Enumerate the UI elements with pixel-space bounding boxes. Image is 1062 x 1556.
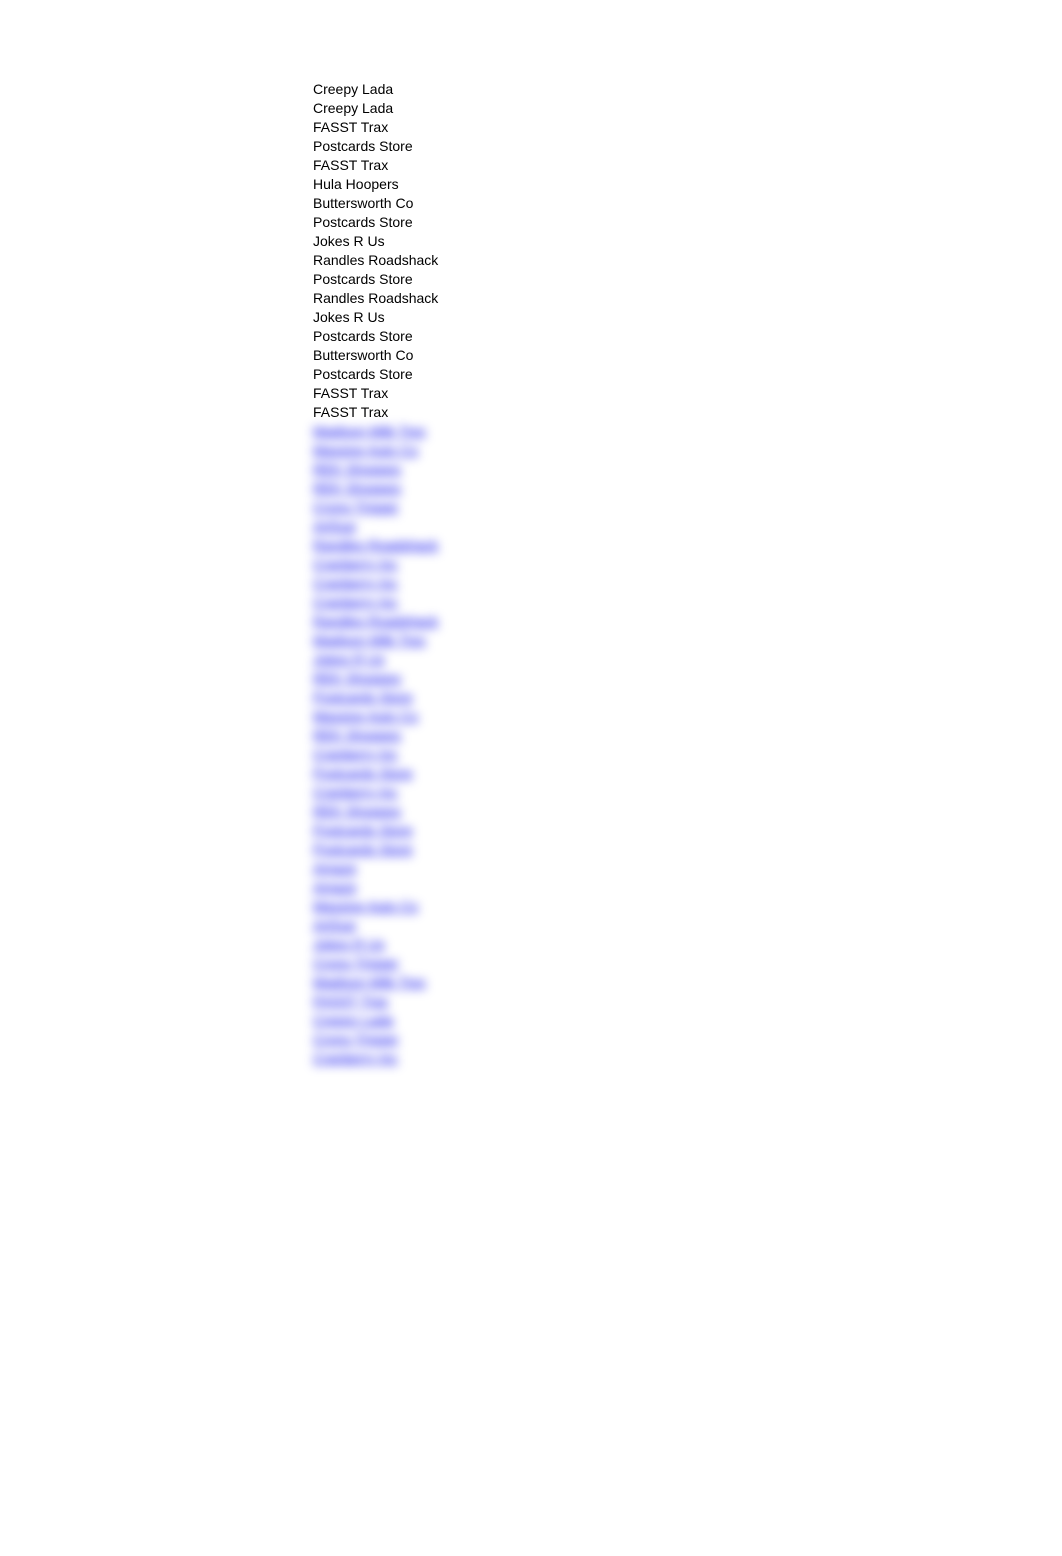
list-item: FASST Trax [313,156,438,175]
list-item-link[interactable]: REK Shoppes [313,460,438,479]
list-item-link[interactable]: Postcards Store [313,840,438,859]
list-item-link[interactable]: Jokes R Us [313,935,438,954]
list-item-link[interactable]: Massive Auto Co [313,441,438,460]
list-item-link[interactable]: Cranberry Inc [313,555,438,574]
list-item-link[interactable]: Jokes R Us [313,650,438,669]
list-item-link[interactable]: Creepy Lada [313,1011,438,1030]
list-item-link[interactable]: Cranberry Inc [313,745,438,764]
list-item-link[interactable]: REK Shoppes [313,726,438,745]
list-item-link[interactable]: Cranberry Inc [313,593,438,612]
list-item: FASST Trax [313,384,438,403]
list-item: Postcards Store [313,213,438,232]
list-item-link[interactable]: Cranberry Inc [313,1049,438,1068]
list-item-link[interactable]: Crono Trigger [313,954,438,973]
list-item-link[interactable]: Crono Trigger [313,498,438,517]
item-list: Creepy LadaCreepy LadaFASST TraxPostcard… [313,80,438,1068]
list-item: Randles Roadshack [313,251,438,270]
list-item: Buttersworth Co [313,194,438,213]
list-item-link[interactable]: Randles Roadshack [313,536,438,555]
list-item: Creepy Lada [313,99,438,118]
list-item-link[interactable]: Postcards Store [313,688,438,707]
list-item: Postcards Store [313,327,438,346]
list-item: Postcards Store [313,270,438,289]
list-item-link[interactable]: REK Shoppes [313,802,438,821]
list-item: Buttersworth Co [313,346,438,365]
list-item-link[interactable]: Crono Trigger [313,1030,438,1049]
list-item-link[interactable]: Madison Milk Trex [313,422,438,441]
list-item: Randles Roadshack [313,289,438,308]
list-item-link[interactable]: Amaze [313,859,438,878]
list-item-link[interactable]: REK Shoppes [313,479,438,498]
list-item: Jokes R Us [313,232,438,251]
list-item: Jokes R Us [313,308,438,327]
list-item-link[interactable]: Postcards Store [313,764,438,783]
list-item-link[interactable]: Randles Roadshack [313,612,438,631]
list-item-link[interactable]: Madison Milk Trex [313,631,438,650]
list-item-link[interactable]: Postcards Store [313,821,438,840]
list-item: Postcards Store [313,365,438,384]
list-item-link[interactable]: Amaze [313,878,438,897]
list-item-link[interactable]: FASST Trax [313,992,438,1011]
list-item: Creepy Lada [313,80,438,99]
list-item: FASST Trax [313,403,438,422]
list-item-link[interactable]: Massive Auto Co [313,707,438,726]
list-item-link[interactable]: ArtSup [313,517,438,536]
list-item-link[interactable]: Cranberry Inc [313,783,438,802]
list-item: Postcards Store [313,137,438,156]
list-item-link[interactable]: REK Shoppes [313,669,438,688]
list-item-link[interactable]: Massive Auto Co [313,897,438,916]
list-item-link[interactable]: ArtSup [313,916,438,935]
list-item: Hula Hoopers [313,175,438,194]
list-item: FASST Trax [313,118,438,137]
list-item-link[interactable]: Madison Milk Trex [313,973,438,992]
list-item-link[interactable]: Cranberry Inc [313,574,438,593]
